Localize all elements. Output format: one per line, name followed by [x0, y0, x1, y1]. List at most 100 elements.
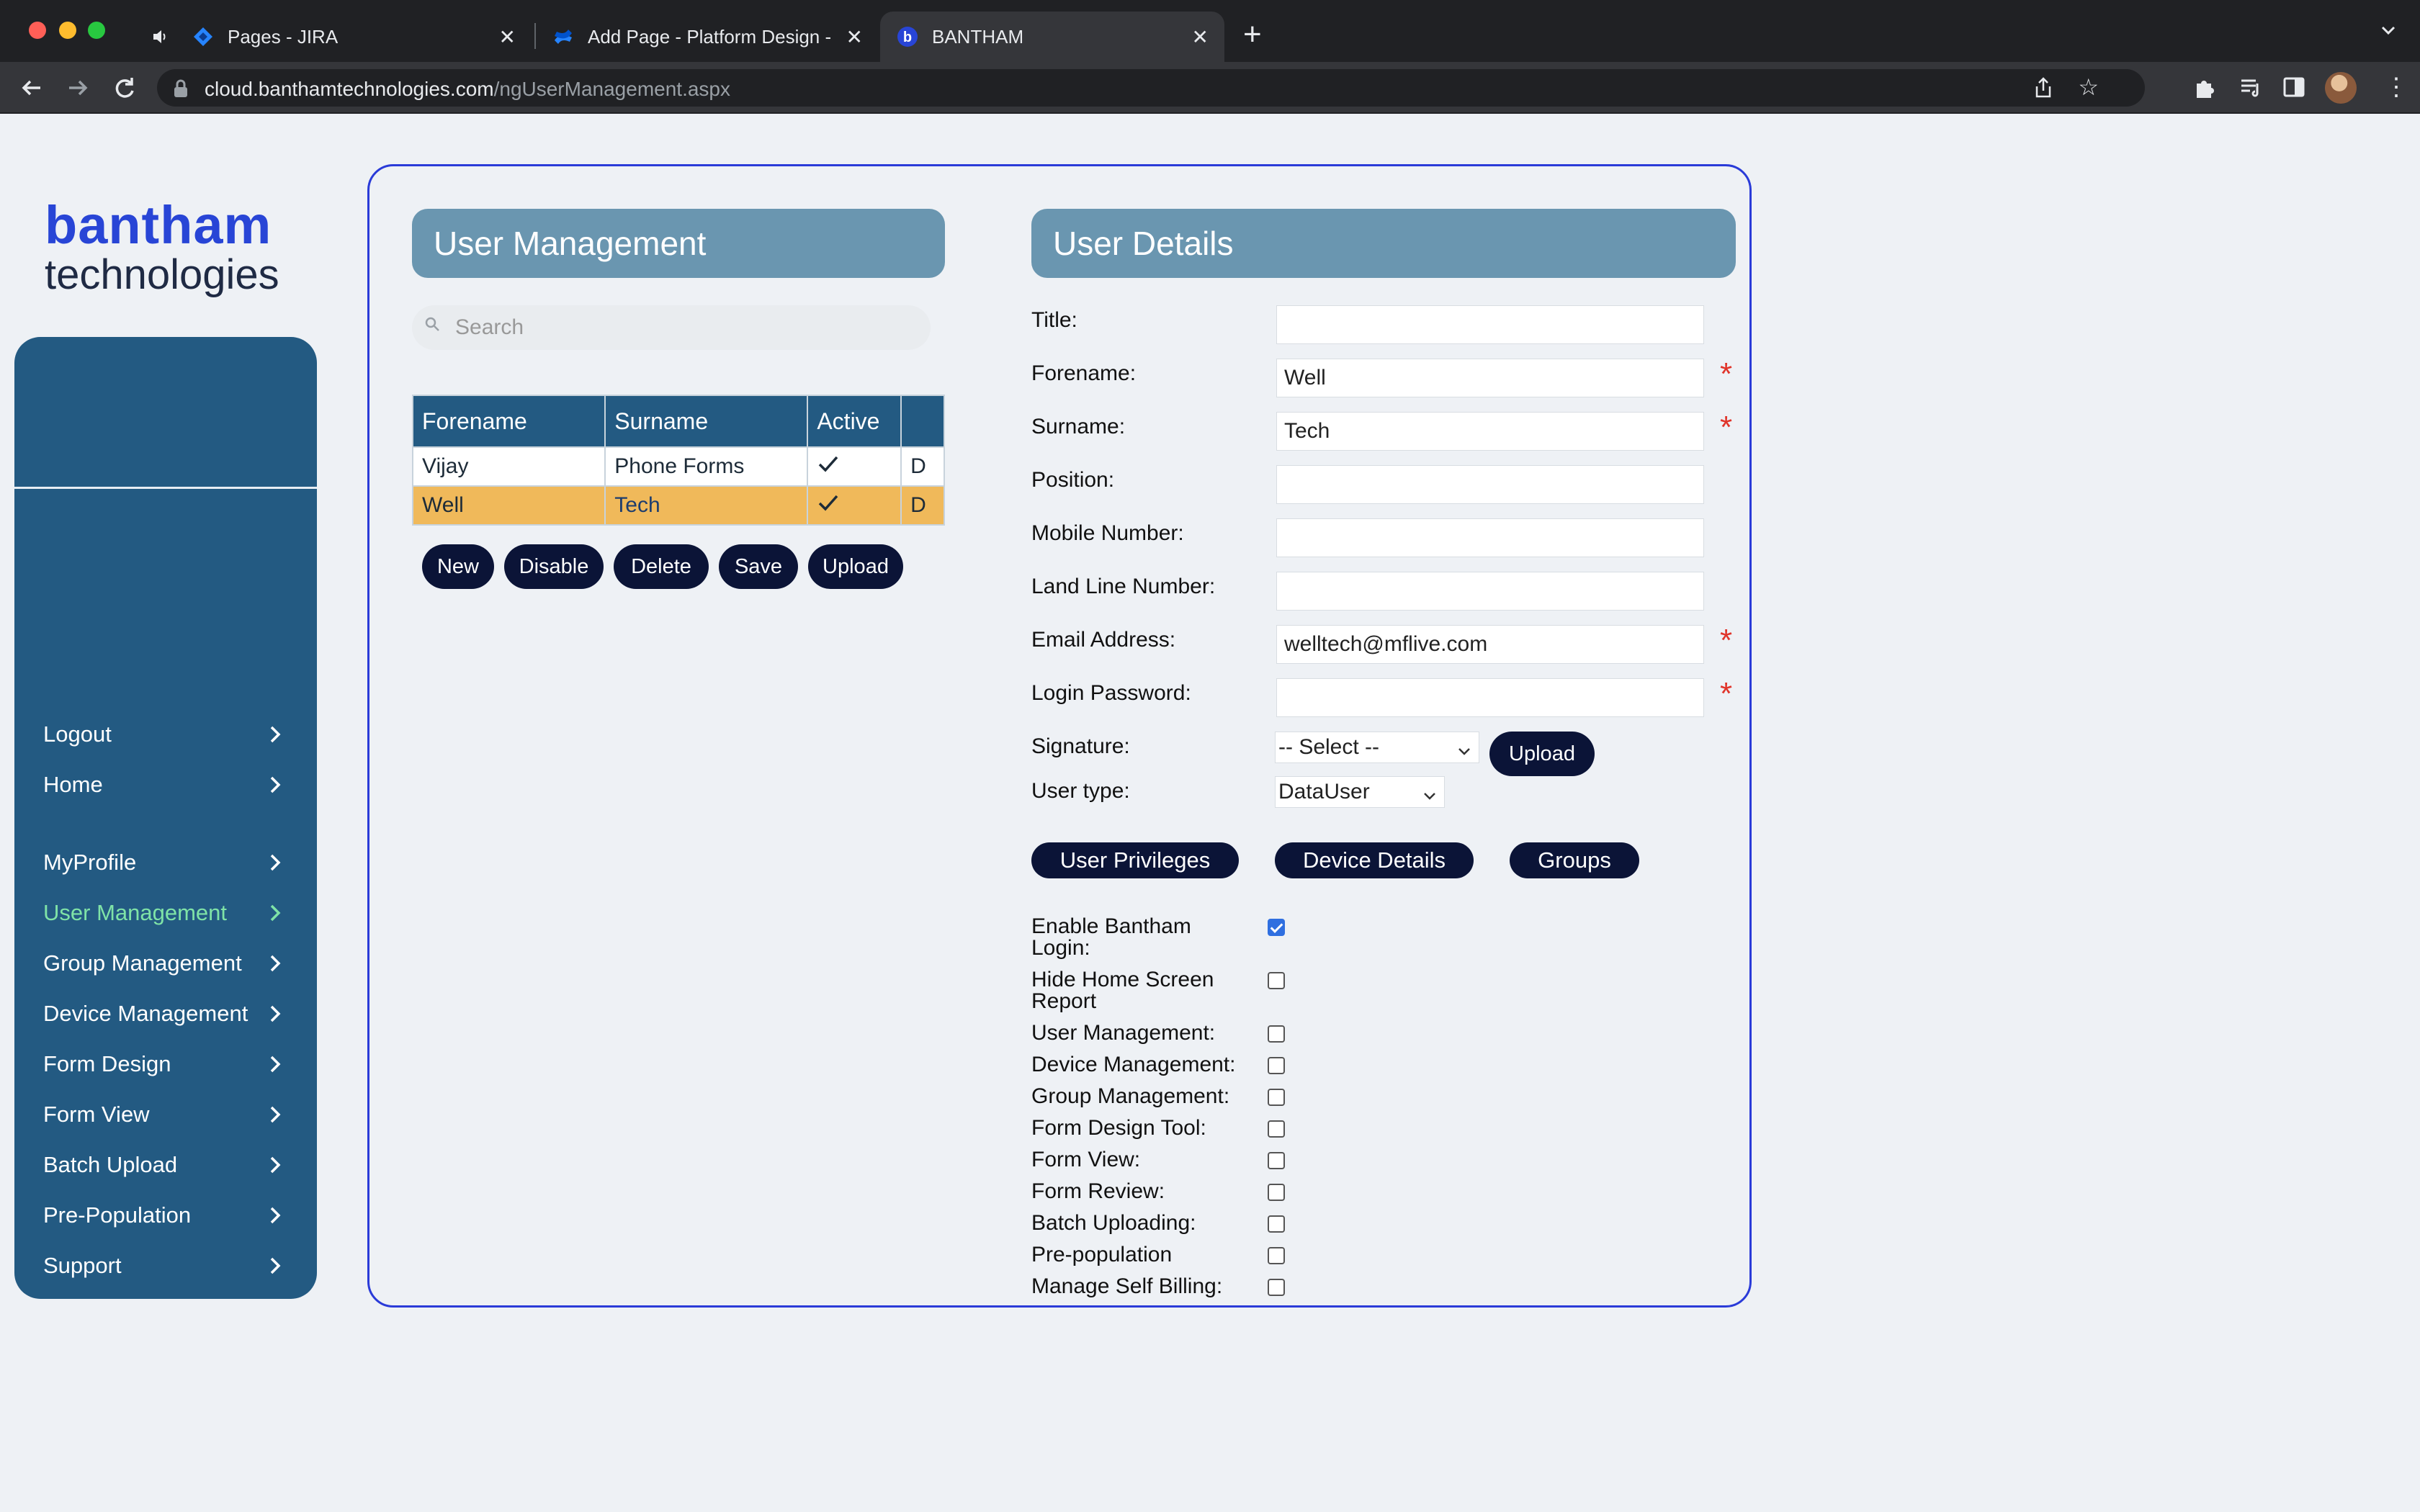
surname-field[interactable]: Tech — [1276, 412, 1704, 451]
column-header-extra[interactable] — [900, 395, 945, 448]
browser-tab-bantham[interactable]: b BANTHAM ✕ — [880, 12, 1224, 62]
enable-bantham-login-checkbox[interactable] — [1268, 919, 1285, 936]
tab-groups[interactable]: Groups — [1510, 842, 1639, 878]
privilege-label-enable-bantham-login: Enable Bantham Login: — [1031, 916, 1191, 959]
browser-tab-confluence[interactable]: Add Page - Platform Design - J ✕ — [547, 12, 879, 62]
url-text[interactable]: cloud.banthamtechnologies.com/ngUserMana… — [205, 78, 730, 101]
user-search-box[interactable] — [412, 305, 931, 350]
title-field[interactable] — [1276, 305, 1704, 344]
cell-forename: Well — [411, 485, 606, 526]
signature-select[interactable]: -- Select -- — [1275, 732, 1479, 763]
sidebar-item-logout[interactable]: Logout — [43, 713, 302, 756]
hide-home-screen-report-checkbox[interactable] — [1268, 972, 1285, 989]
sidebar-item-label: Logout — [43, 721, 112, 747]
sidebar-item-myprofile[interactable]: MyProfile — [43, 841, 302, 884]
disable-user-button[interactable]: Disable — [504, 544, 604, 589]
user-type-selected-value: DataUser — [1278, 780, 1370, 804]
upload-users-button[interactable]: Upload — [808, 544, 903, 589]
url-domain: cloud.banthamtechnologies.com — [205, 78, 494, 100]
media-queue-icon[interactable] — [2238, 75, 2263, 103]
chevron-right-icon — [268, 901, 282, 930]
bantham-icon: b — [896, 25, 919, 48]
new-tab-button[interactable]: + — [1243, 19, 1262, 50]
close-icon[interactable]: ✕ — [499, 27, 516, 48]
column-header-surname[interactable]: Surname — [604, 395, 809, 448]
pre-population-checkbox[interactable] — [1268, 1247, 1285, 1264]
mobile-number-field[interactable] — [1276, 518, 1704, 557]
landline-number-label: Land Line Number: — [1031, 575, 1216, 598]
save-user-button[interactable]: Save — [719, 544, 798, 589]
close-icon[interactable]: ✕ — [846, 27, 863, 48]
column-header-active[interactable]: Active — [807, 395, 902, 448]
sidebar-item-support[interactable]: Support — [43, 1244, 302, 1287]
group-management-checkbox[interactable] — [1268, 1089, 1285, 1106]
device-management-checkbox[interactable] — [1268, 1057, 1285, 1074]
email-address-field[interactable]: welltech@mflive.com — [1276, 625, 1704, 664]
reload-icon[interactable] — [109, 73, 138, 108]
form-view-checkbox[interactable] — [1268, 1152, 1285, 1169]
tab-device-details[interactable]: Device Details — [1275, 842, 1474, 878]
browser-menu-icon[interactable]: ⋮ — [2384, 73, 2408, 101]
sidebar-item-form-design[interactable]: Form Design — [43, 1043, 302, 1086]
sidebar-item-user-management[interactable]: User Management — [43, 891, 302, 935]
position-field[interactable] — [1276, 465, 1704, 504]
required-asterisk: * — [1720, 623, 1733, 658]
table-row[interactable]: Vijay Phone Forms D — [411, 446, 945, 487]
login-password-field[interactable] — [1276, 678, 1704, 717]
surname-label: Surname: — [1031, 415, 1126, 438]
sidebar-item-group-management[interactable]: Group Management — [43, 942, 302, 985]
user-management-checkbox[interactable] — [1268, 1025, 1285, 1043]
jira-icon — [192, 25, 215, 48]
user-management-header: User Management — [412, 209, 945, 278]
privilege-label-user-management: User Management: — [1031, 1021, 1216, 1045]
sidebar-item-pre-population[interactable]: Pre-Population — [43, 1194, 302, 1237]
sidebar-nav: Logout Home MyProfile User Management Gr… — [14, 337, 317, 1299]
sidebar-item-label: Home — [43, 772, 103, 797]
tab-title: Pages - JIRA — [228, 25, 339, 48]
address-bar[interactable]: cloud.banthamtechnologies.com/ngUserMana… — [157, 69, 2145, 107]
share-icon[interactable] — [2033, 76, 2054, 103]
tab-search-chevron-icon[interactable] — [2378, 20, 2398, 46]
signature-upload-button[interactable]: Upload — [1489, 732, 1595, 776]
search-input[interactable] — [455, 311, 916, 344]
close-window-button[interactable] — [29, 22, 46, 39]
minimize-window-button[interactable] — [59, 22, 76, 39]
side-panel-icon[interactable] — [2282, 75, 2306, 103]
sidebar-item-home[interactable]: Home — [43, 763, 302, 806]
extensions-puzzle-icon[interactable] — [2192, 75, 2217, 103]
tab-title: BANTHAM — [932, 25, 1024, 48]
speaker-icon[interactable] — [151, 27, 170, 46]
forward-arrow-icon[interactable] — [63, 73, 92, 108]
column-header-forename[interactable]: Forename — [411, 395, 606, 448]
form-design-tool-checkbox[interactable] — [1268, 1120, 1285, 1138]
form-review-checkbox[interactable] — [1268, 1184, 1285, 1201]
batch-uploading-checkbox[interactable] — [1268, 1215, 1285, 1233]
privilege-label-batch-uploading: Batch Uploading: — [1031, 1211, 1196, 1235]
sidebar-item-batch-upload[interactable]: Batch Upload — [43, 1143, 302, 1187]
required-asterisk: * — [1720, 410, 1733, 445]
sidebar-item-form-view[interactable]: Form View — [43, 1093, 302, 1136]
manage-self-billing-checkbox[interactable] — [1268, 1279, 1285, 1296]
chevron-right-icon — [268, 952, 282, 981]
back-arrow-icon[interactable] — [17, 73, 46, 108]
cell-extra: D — [900, 446, 945, 487]
section-title: User Management — [434, 225, 707, 262]
delete-user-button[interactable]: Delete — [614, 544, 709, 589]
forename-field[interactable]: Well — [1276, 359, 1704, 397]
landline-number-field[interactable] — [1276, 572, 1704, 611]
privilege-label-form-view: Form View: — [1031, 1148, 1141, 1171]
new-user-button[interactable]: New — [422, 544, 494, 589]
sidebar-item-device-management[interactable]: Device Management — [43, 992, 302, 1035]
user-type-select[interactable]: DataUser — [1275, 776, 1445, 808]
chevron-down-icon — [1456, 738, 1473, 768]
lock-icon[interactable] — [173, 79, 189, 102]
maximize-window-button[interactable] — [88, 22, 105, 39]
tab-user-privileges[interactable]: User Privileges — [1031, 842, 1239, 878]
browser-tab-jira[interactable]: Pages - JIRA ✕ — [151, 12, 532, 62]
table-row-selected[interactable]: Well Tech D — [411, 485, 945, 526]
user-details-header: User Details — [1031, 209, 1736, 278]
chevron-right-icon — [268, 773, 282, 802]
profile-avatar[interactable] — [2325, 72, 2357, 104]
close-icon[interactable]: ✕ — [1192, 27, 1209, 48]
bookmark-star-icon[interactable]: ☆ — [2078, 73, 2099, 101]
